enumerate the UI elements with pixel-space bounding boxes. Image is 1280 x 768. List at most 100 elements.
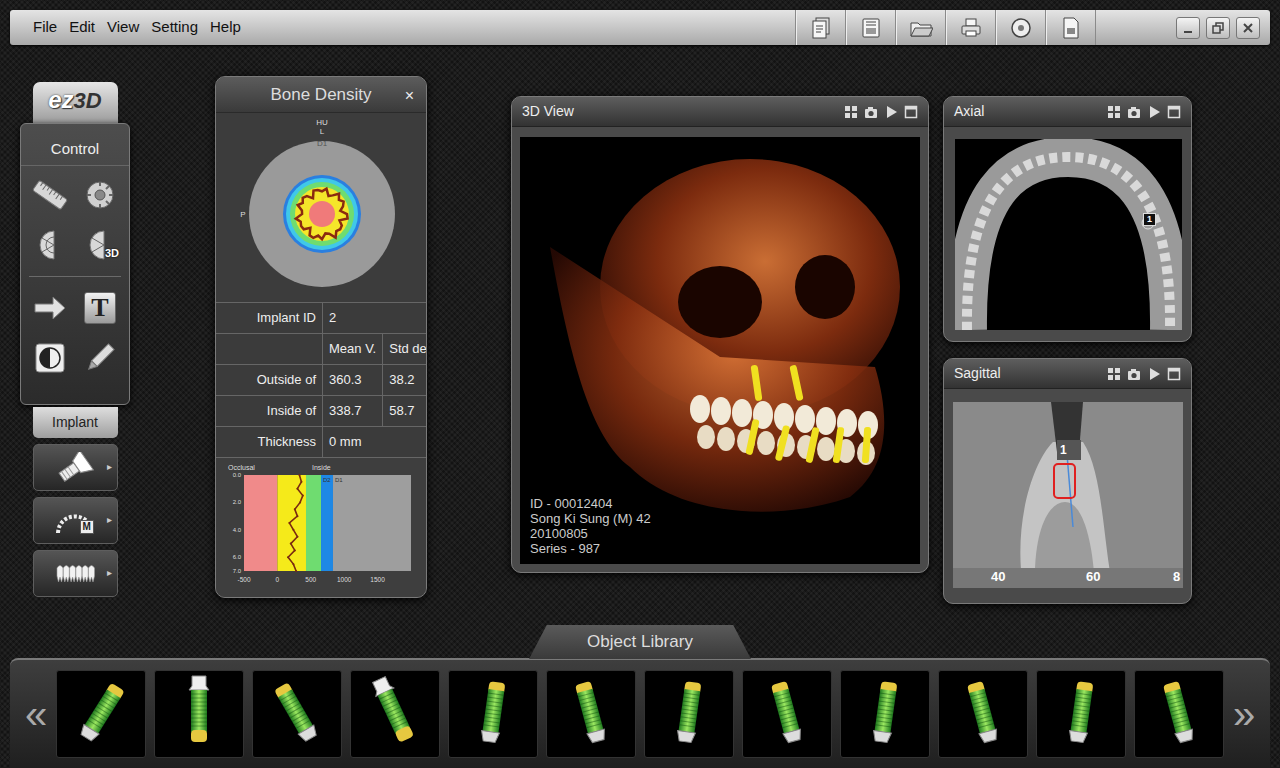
implant-id-select[interactable]: 2▾ bbox=[323, 303, 427, 333]
trace-point bbox=[294, 549, 296, 551]
maximize-icon[interactable] bbox=[904, 100, 918, 124]
trace-point bbox=[300, 481, 302, 483]
maximize-icon[interactable] bbox=[1167, 362, 1181, 386]
implant-icon bbox=[71, 674, 131, 754]
angle3d-tool[interactable]: 3D bbox=[75, 220, 125, 270]
info-line: ID - 00012404 bbox=[530, 496, 651, 511]
y-tick: 4.0 bbox=[233, 527, 242, 533]
workspace: ez3DControl3DTImplant▸M▸▸ Bone Density×H… bbox=[0, 45, 1280, 625]
implant-icon bbox=[855, 674, 915, 754]
minimize-button[interactable] bbox=[1176, 17, 1200, 39]
teeth-button[interactable]: ▸ bbox=[33, 550, 118, 597]
band-label: D2 bbox=[323, 477, 331, 483]
implant-item[interactable] bbox=[742, 670, 832, 758]
implant-item[interactable] bbox=[56, 670, 146, 758]
pencil-icon bbox=[82, 340, 118, 376]
implant-tab[interactable]: Implant bbox=[33, 407, 118, 438]
text-tool[interactable]: T bbox=[75, 283, 125, 333]
tool-divider bbox=[29, 276, 121, 277]
implant-icon bbox=[757, 674, 817, 754]
implant-item[interactable] bbox=[546, 670, 636, 758]
tape-tool[interactable] bbox=[75, 170, 125, 220]
panel-title: Axial bbox=[954, 101, 984, 122]
panel-title: Sagittal bbox=[954, 363, 1001, 384]
implant-item[interactable] bbox=[644, 670, 734, 758]
density-rings: HULD1P bbox=[216, 113, 427, 303]
camera-icon[interactable] bbox=[1127, 362, 1141, 386]
layout-icon[interactable] bbox=[1107, 100, 1121, 124]
save-icon[interactable] bbox=[845, 10, 895, 45]
implant-item[interactable] bbox=[448, 670, 538, 758]
camera-icon[interactable] bbox=[864, 100, 878, 124]
row-label: Thickness bbox=[216, 427, 322, 457]
menu-item[interactable]: Edit bbox=[64, 16, 100, 39]
axial-header: Axial bbox=[944, 97, 1191, 127]
contrast-tool[interactable] bbox=[25, 333, 75, 383]
layout-icon[interactable] bbox=[1107, 362, 1121, 386]
report-icon[interactable] bbox=[795, 10, 845, 45]
angle-tool[interactable] bbox=[25, 220, 75, 270]
drill-icon bbox=[53, 452, 97, 484]
implant-icon bbox=[1051, 674, 1111, 754]
trace-point bbox=[302, 495, 304, 497]
bone-density-panel: Bone Density×HULD1PImplant ID2▾Mean V.St… bbox=[215, 76, 427, 598]
text-tool-icon: T bbox=[84, 292, 116, 324]
empty-cell bbox=[216, 334, 322, 364]
implant-item[interactable] bbox=[938, 670, 1028, 758]
panel-title: Bone Density bbox=[270, 82, 371, 108]
arrow-tool[interactable] bbox=[25, 283, 75, 333]
implant-item[interactable] bbox=[1036, 670, 1126, 758]
maximize-icon[interactable] bbox=[1167, 100, 1181, 124]
play-icon[interactable] bbox=[884, 100, 898, 124]
close-button[interactable]: × bbox=[405, 84, 414, 108]
camera-icon[interactable] bbox=[1127, 100, 1141, 124]
play-icon[interactable] bbox=[1147, 362, 1161, 386]
view-3d-body: ID - 00012404Song Ki Sung (M) 4220100805… bbox=[512, 127, 928, 573]
implant-item[interactable] bbox=[840, 670, 930, 758]
menu-item[interactable]: File bbox=[28, 16, 62, 39]
implant-item[interactable] bbox=[154, 670, 244, 758]
density-band bbox=[277, 475, 306, 571]
drill-button[interactable]: ▸ bbox=[33, 444, 118, 491]
print-icon[interactable] bbox=[945, 10, 995, 45]
diagram-label: D1 bbox=[317, 139, 328, 148]
layout-icon[interactable] bbox=[844, 100, 858, 124]
scale-tick: 60 bbox=[1086, 567, 1100, 587]
implant-item[interactable] bbox=[1134, 670, 1224, 758]
tape-icon bbox=[82, 177, 118, 213]
thickness-select[interactable]: 0 mm▾ bbox=[323, 427, 427, 457]
trace-point bbox=[288, 522, 290, 524]
axial-slice: 1 bbox=[955, 139, 1182, 330]
contrast-icon bbox=[32, 340, 68, 376]
info-line: 20100805 bbox=[530, 526, 651, 541]
ruler-tool[interactable] bbox=[25, 170, 75, 220]
restore-button[interactable] bbox=[1206, 17, 1230, 39]
trace-point bbox=[287, 556, 289, 558]
disc-icon[interactable] bbox=[995, 10, 1045, 45]
expand-arrow: ▸ bbox=[107, 459, 112, 474]
tool-grid: 3D T bbox=[21, 166, 129, 383]
previous-button[interactable]: « bbox=[18, 694, 54, 734]
trace-point bbox=[292, 563, 294, 565]
implant-icon bbox=[953, 674, 1013, 754]
implant-item[interactable] bbox=[252, 670, 342, 758]
pencil-tool[interactable] bbox=[75, 333, 125, 383]
density-band bbox=[333, 475, 411, 571]
library-title: Object Library bbox=[587, 629, 693, 655]
file-icon[interactable] bbox=[1045, 10, 1095, 45]
control-panel: Control3DT bbox=[20, 123, 130, 405]
x-tick: -500 bbox=[237, 576, 250, 583]
arch-button[interactable]: M▸ bbox=[33, 497, 118, 544]
scale-tick: 8 bbox=[1173, 567, 1180, 587]
close-button[interactable] bbox=[1236, 17, 1260, 39]
play-icon[interactable] bbox=[1147, 100, 1161, 124]
expand-arrow: ▸ bbox=[107, 512, 112, 527]
mode-badge: M bbox=[80, 520, 94, 534]
implant-item[interactable] bbox=[350, 670, 440, 758]
next-button[interactable]: » bbox=[1226, 694, 1262, 734]
menu-item[interactable]: Help bbox=[205, 16, 246, 39]
menu-item[interactable]: Setting bbox=[146, 16, 203, 39]
open-icon[interactable] bbox=[895, 10, 945, 45]
sagittal-body: 140608 bbox=[944, 389, 1191, 588]
menu-item[interactable]: View bbox=[102, 16, 144, 39]
